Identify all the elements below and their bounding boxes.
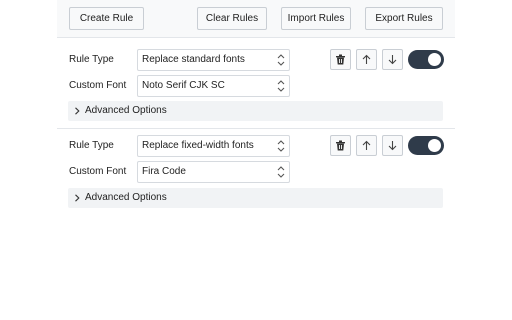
select-arrows-icon [277,140,285,152]
delete-rule-button[interactable] [330,135,351,156]
select-arrows-icon [277,166,285,178]
select-arrows-icon [277,54,285,66]
delete-rule-button[interactable] [330,49,351,70]
clear-rules-button[interactable]: Clear Rules [197,7,267,30]
rule-enabled-toggle[interactable] [408,50,444,69]
arrow-up-icon [362,54,371,64]
rule-type-label: Rule Type [69,54,114,65]
custom-font-label: Custom Font [69,166,127,177]
chevron-right-icon [75,107,80,115]
custom-font-select[interactable]: Noto Serif CJK SC [137,75,290,97]
rule-enabled-toggle[interactable] [408,136,444,155]
advanced-options-label: Advanced Options [85,192,167,203]
arrow-down-icon [388,141,397,151]
rule-type-select[interactable]: Replace fixed-width fonts [137,135,290,157]
custom-font-value: Noto Serif CJK SC [142,80,225,91]
custom-font-label: Custom Font [69,80,127,91]
rule-type-value: Replace standard fonts [142,54,245,65]
toggle-knob [428,139,441,152]
select-arrows-icon [277,80,285,92]
move-down-button[interactable] [382,135,403,156]
export-rules-button[interactable]: Export Rules [365,7,443,30]
advanced-options-toggle[interactable]: Advanced Options [68,101,443,121]
toggle-knob [428,53,441,66]
move-up-button[interactable] [356,135,377,156]
trash-icon [336,140,345,151]
rule-card: Rule Type Replace standard fonts Custom … [57,38,455,128]
toolbar: Create Rule Clear Rules Import Rules Exp… [57,0,455,38]
arrow-up-icon [362,140,371,150]
move-up-button[interactable] [356,49,377,70]
arrow-down-icon [388,55,397,65]
move-down-button[interactable] [382,49,403,70]
chevron-right-icon [75,194,80,202]
custom-font-select[interactable]: Fira Code [137,161,290,183]
create-rule-button[interactable]: Create Rule [69,7,144,30]
custom-font-value: Fira Code [142,166,186,177]
trash-icon [336,54,345,65]
rule-card: Rule Type Replace fixed-width fonts Cust… [57,128,455,218]
import-rules-button[interactable]: Import Rules [281,7,351,30]
advanced-options-label: Advanced Options [85,105,167,116]
advanced-options-toggle[interactable]: Advanced Options [68,188,443,208]
rule-type-value: Replace fixed-width fonts [142,140,254,151]
rule-type-label: Rule Type [69,140,114,151]
rule-type-select[interactable]: Replace standard fonts [137,49,290,71]
